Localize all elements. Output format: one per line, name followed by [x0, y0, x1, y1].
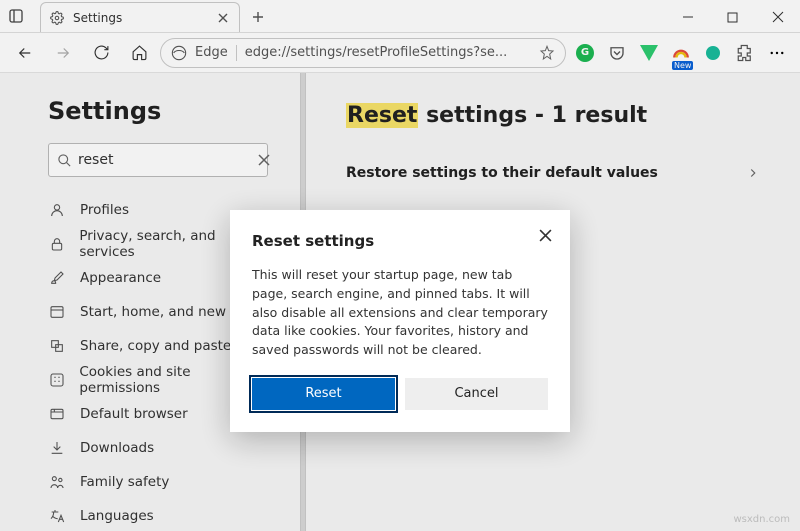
dialog-title: Reset settings: [252, 232, 548, 250]
reset-button[interactable]: Reset: [252, 378, 395, 410]
dialog-close-button[interactable]: [534, 224, 556, 246]
dialog-body: This will reset your startup page, new t…: [252, 266, 548, 360]
reset-dialog: Reset settings This will reset your star…: [230, 210, 570, 432]
modal-backdrop: Reset settings This will reset your star…: [0, 0, 800, 531]
cancel-button[interactable]: Cancel: [405, 378, 548, 410]
dialog-buttons: Reset Cancel: [252, 378, 548, 410]
watermark: wsxdn.com: [733, 514, 790, 525]
